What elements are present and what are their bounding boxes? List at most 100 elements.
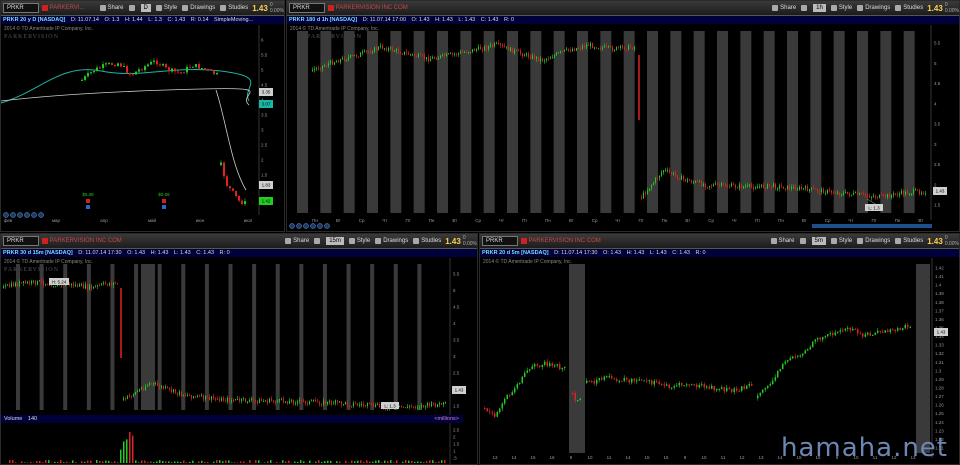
share-button[interactable]: Share <box>770 238 795 244</box>
settings-button[interactable] <box>801 5 809 11</box>
drawings-button[interactable]: Drawings <box>375 238 408 244</box>
price-chart[interactable]: 65.554.543.532.521.53.353.071.831.42$0.0… <box>1 25 285 225</box>
period-select[interactable]: 1h <box>813 4 826 12</box>
candle-body <box>653 381 655 385</box>
settings-button[interactable] <box>314 238 322 244</box>
candle-body <box>604 45 605 48</box>
scroll-left-icon[interactable] <box>317 223 323 229</box>
style-button[interactable]: Style <box>830 238 852 244</box>
studies-button[interactable]: Studies <box>895 238 923 244</box>
period-select[interactable]: 15m <box>326 237 344 245</box>
pan-icon[interactable] <box>303 223 309 229</box>
pan-icon[interactable] <box>17 212 23 218</box>
candle-body <box>767 184 768 189</box>
style-button[interactable]: Style <box>348 238 370 244</box>
candle-body <box>486 408 488 412</box>
zoom-out-icon[interactable] <box>10 212 16 218</box>
session-gap-band <box>903 31 915 213</box>
symbol-input[interactable]: PRKR <box>482 236 518 246</box>
period-select[interactable]: D <box>140 4 151 12</box>
candle-body <box>285 401 286 403</box>
candle-body <box>499 408 501 412</box>
candle-body <box>671 172 672 175</box>
price-chart[interactable]: 5.554.543.532.521.5H: 5.24L: 1.31.432.52… <box>1 258 478 464</box>
candle-body <box>153 383 154 385</box>
symbol-input[interactable]: PRKR <box>3 236 39 246</box>
candle-body <box>126 65 128 73</box>
price-chart[interactable]: 5.5 5 4.5 4 3.5 3 2.5 2 1.5 L: 1.3 1.43 Пн Вт Ср Чт Пт П… <box>287 25 960 231</box>
session-gap-band <box>367 31 378 213</box>
volume-bar <box>123 441 125 463</box>
symbol-input[interactable]: PRKR <box>3 3 39 13</box>
volume-bar <box>207 461 209 463</box>
candle-body <box>707 187 708 189</box>
period-select[interactable]: 5m <box>811 237 826 245</box>
candle-body <box>805 186 806 189</box>
zoom-out-icon[interactable] <box>296 223 302 229</box>
candle-body <box>332 60 333 65</box>
candle-body <box>551 363 553 366</box>
style-button[interactable]: Style <box>830 5 852 11</box>
volume-bar <box>180 461 182 463</box>
price-badge-label: 1.42 <box>262 199 271 204</box>
scroll-right-icon[interactable] <box>324 223 330 229</box>
candle-body <box>697 181 698 183</box>
candle-body <box>621 380 623 382</box>
candle-body <box>538 56 539 62</box>
settings-button[interactable] <box>799 238 808 244</box>
candle-body <box>827 189 828 194</box>
candle-body <box>165 386 166 389</box>
symbol-input[interactable]: PRKR <box>289 3 325 13</box>
volume-bar <box>174 461 176 463</box>
zoom-in-icon[interactable] <box>289 223 295 229</box>
candle-body <box>775 183 776 189</box>
candle-body <box>201 395 202 397</box>
share-button[interactable]: Share <box>99 5 124 11</box>
candle-body <box>418 54 419 57</box>
candle-body <box>139 389 140 392</box>
candle-body <box>145 386 146 390</box>
volume-bar <box>426 461 428 463</box>
volume-bar <box>39 460 41 463</box>
share-button[interactable]: Share <box>285 238 309 244</box>
candle-body <box>699 180 700 182</box>
magnify-icon[interactable] <box>310 223 316 229</box>
studies-button[interactable]: Studies <box>220 5 248 11</box>
candle-body <box>51 285 52 287</box>
candle-body <box>482 49 483 51</box>
studies-button[interactable]: Studies <box>413 238 441 244</box>
candle-body <box>574 49 575 51</box>
scroll-left-icon[interactable] <box>31 212 37 218</box>
volume-bar <box>240 461 242 463</box>
candle-body <box>203 395 204 400</box>
volume-bar <box>111 462 113 463</box>
settings-button[interactable] <box>128 5 137 11</box>
candle-body <box>681 382 683 386</box>
volume-bar <box>417 461 419 463</box>
x-axis-day-label: Вт <box>452 218 457 223</box>
candle-body <box>907 191 908 195</box>
scroll-right-icon[interactable] <box>38 212 44 218</box>
candle-body <box>559 364 561 370</box>
candle-body <box>416 55 417 57</box>
share-button[interactable]: Share <box>772 5 796 11</box>
studies-button[interactable]: Studies <box>895 5 923 11</box>
magnify-icon[interactable] <box>24 212 30 218</box>
candle-body <box>787 185 788 190</box>
chart-panel-daily: PRKR PARKERVI... Share D Style Drawings … <box>0 0 285 232</box>
candle-body <box>782 363 784 370</box>
drawings-button[interactable]: Drawings <box>857 238 890 244</box>
candle-body <box>731 389 733 393</box>
drawings-button[interactable]: Drawings <box>182 5 215 11</box>
session-gap-band <box>370 264 375 410</box>
style-button[interactable]: Style <box>155 5 177 11</box>
candle-body <box>335 400 336 404</box>
candle-body <box>427 403 428 406</box>
candle-body <box>574 393 576 401</box>
session-gap-band <box>393 264 398 410</box>
candle-body <box>885 194 886 198</box>
zoom-in-icon[interactable] <box>3 212 9 218</box>
candle-body <box>47 283 48 286</box>
drawings-button[interactable]: Drawings <box>857 5 890 11</box>
horizontal-scrollbar[interactable] <box>812 224 932 228</box>
